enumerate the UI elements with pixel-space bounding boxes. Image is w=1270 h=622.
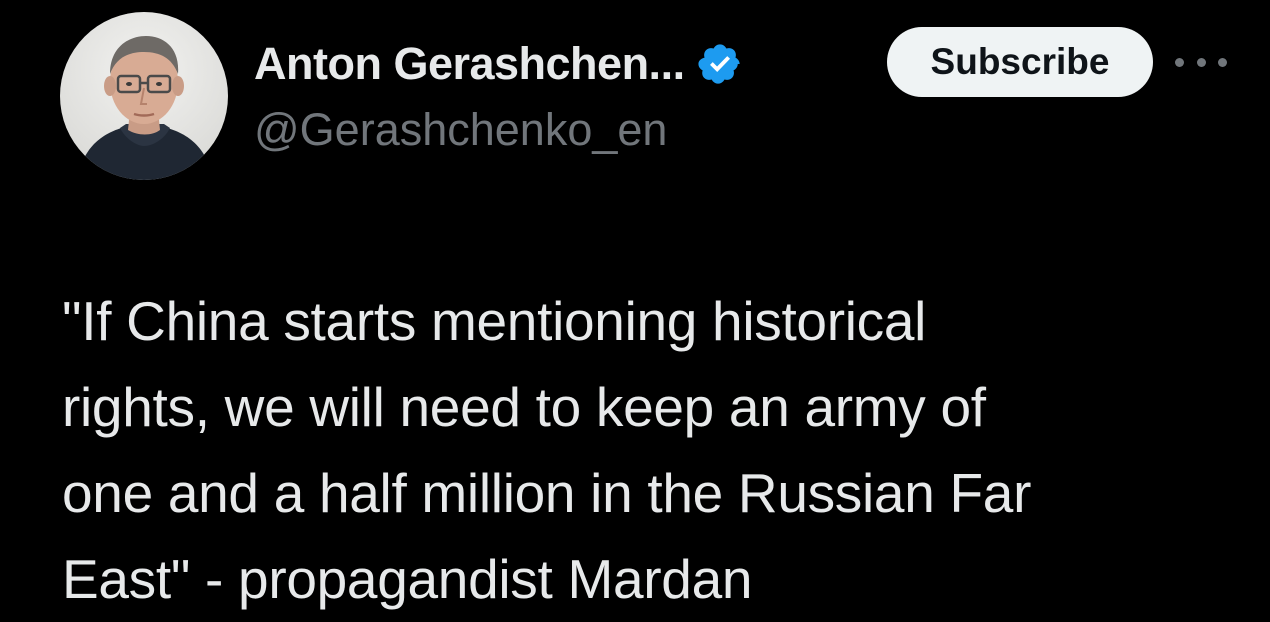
tweet-text-line: East" - propagandist Mardan [62, 548, 753, 610]
subscribe-button[interactable]: Subscribe [887, 27, 1153, 97]
person-portrait-avatar-icon [60, 12, 228, 180]
tweet-text-line: one and a half million in the Russian Fa… [62, 462, 1032, 524]
verified-badge-icon [697, 41, 743, 87]
more-dot [1218, 57, 1227, 67]
tweet-container: Anton Gerashchen... Subscribe @Gerashche… [0, 0, 1270, 619]
more-dot [1175, 57, 1184, 67]
tweet-text: "If China starts mentioning historical r… [62, 278, 1212, 622]
author-handle[interactable]: @Gerashchenko_en [254, 104, 667, 156]
tweet-text-line: rights, we will need to keep an army of [62, 376, 986, 438]
author-name-row: Anton Gerashchen... [254, 36, 743, 92]
more-dot [1196, 57, 1206, 67]
tweet-text-line: "If China starts mentioning historical [62, 290, 927, 352]
author-display-name[interactable]: Anton Gerashchen... [254, 38, 685, 90]
more-options-icon[interactable] [1175, 48, 1227, 76]
author-avatar[interactable] [60, 12, 228, 180]
